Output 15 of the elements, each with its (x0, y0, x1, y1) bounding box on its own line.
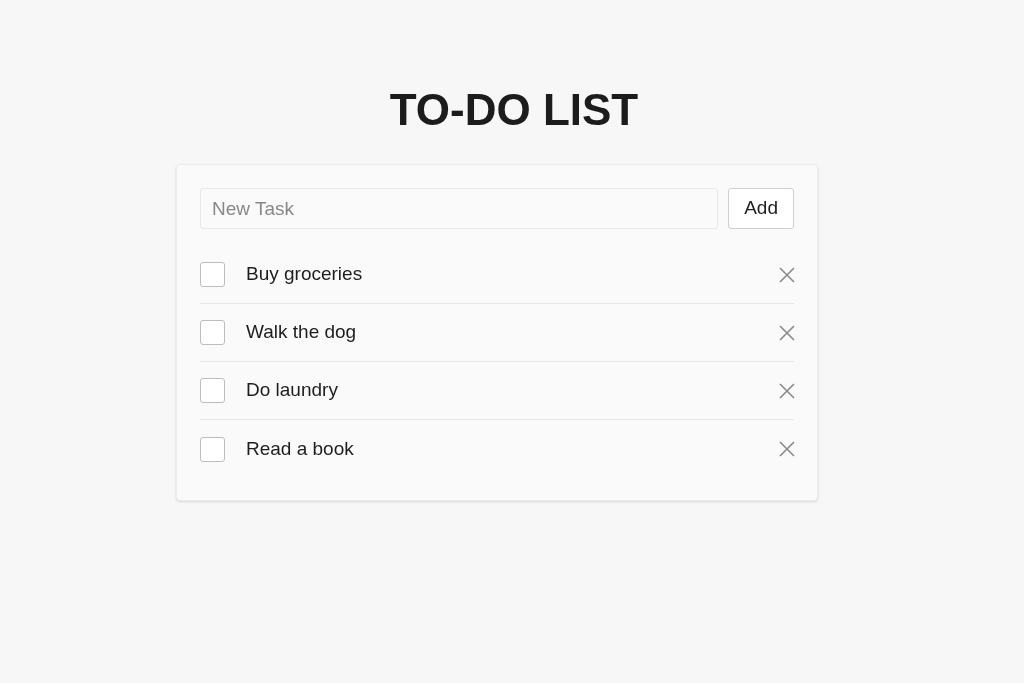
task-label: Read a book (246, 436, 354, 461)
close-icon[interactable] (779, 266, 795, 283)
close-icon[interactable] (779, 441, 795, 457)
task-checkbox[interactable] (200, 320, 225, 345)
add-button[interactable]: Add (728, 188, 794, 229)
task-checkbox[interactable] (200, 378, 225, 403)
task-label: Buy groceries (246, 262, 363, 287)
new-task-field[interactable]: New Task (200, 188, 719, 229)
page-title: TO-DO LIST (389, 84, 639, 136)
task-checkbox[interactable] (200, 262, 225, 287)
close-icon[interactable] (779, 324, 795, 341)
task-checkbox[interactable] (200, 436, 225, 462)
task-label: Do laundry (246, 378, 338, 403)
task-label: Walk the dog (246, 320, 357, 345)
close-icon[interactable] (779, 382, 795, 399)
